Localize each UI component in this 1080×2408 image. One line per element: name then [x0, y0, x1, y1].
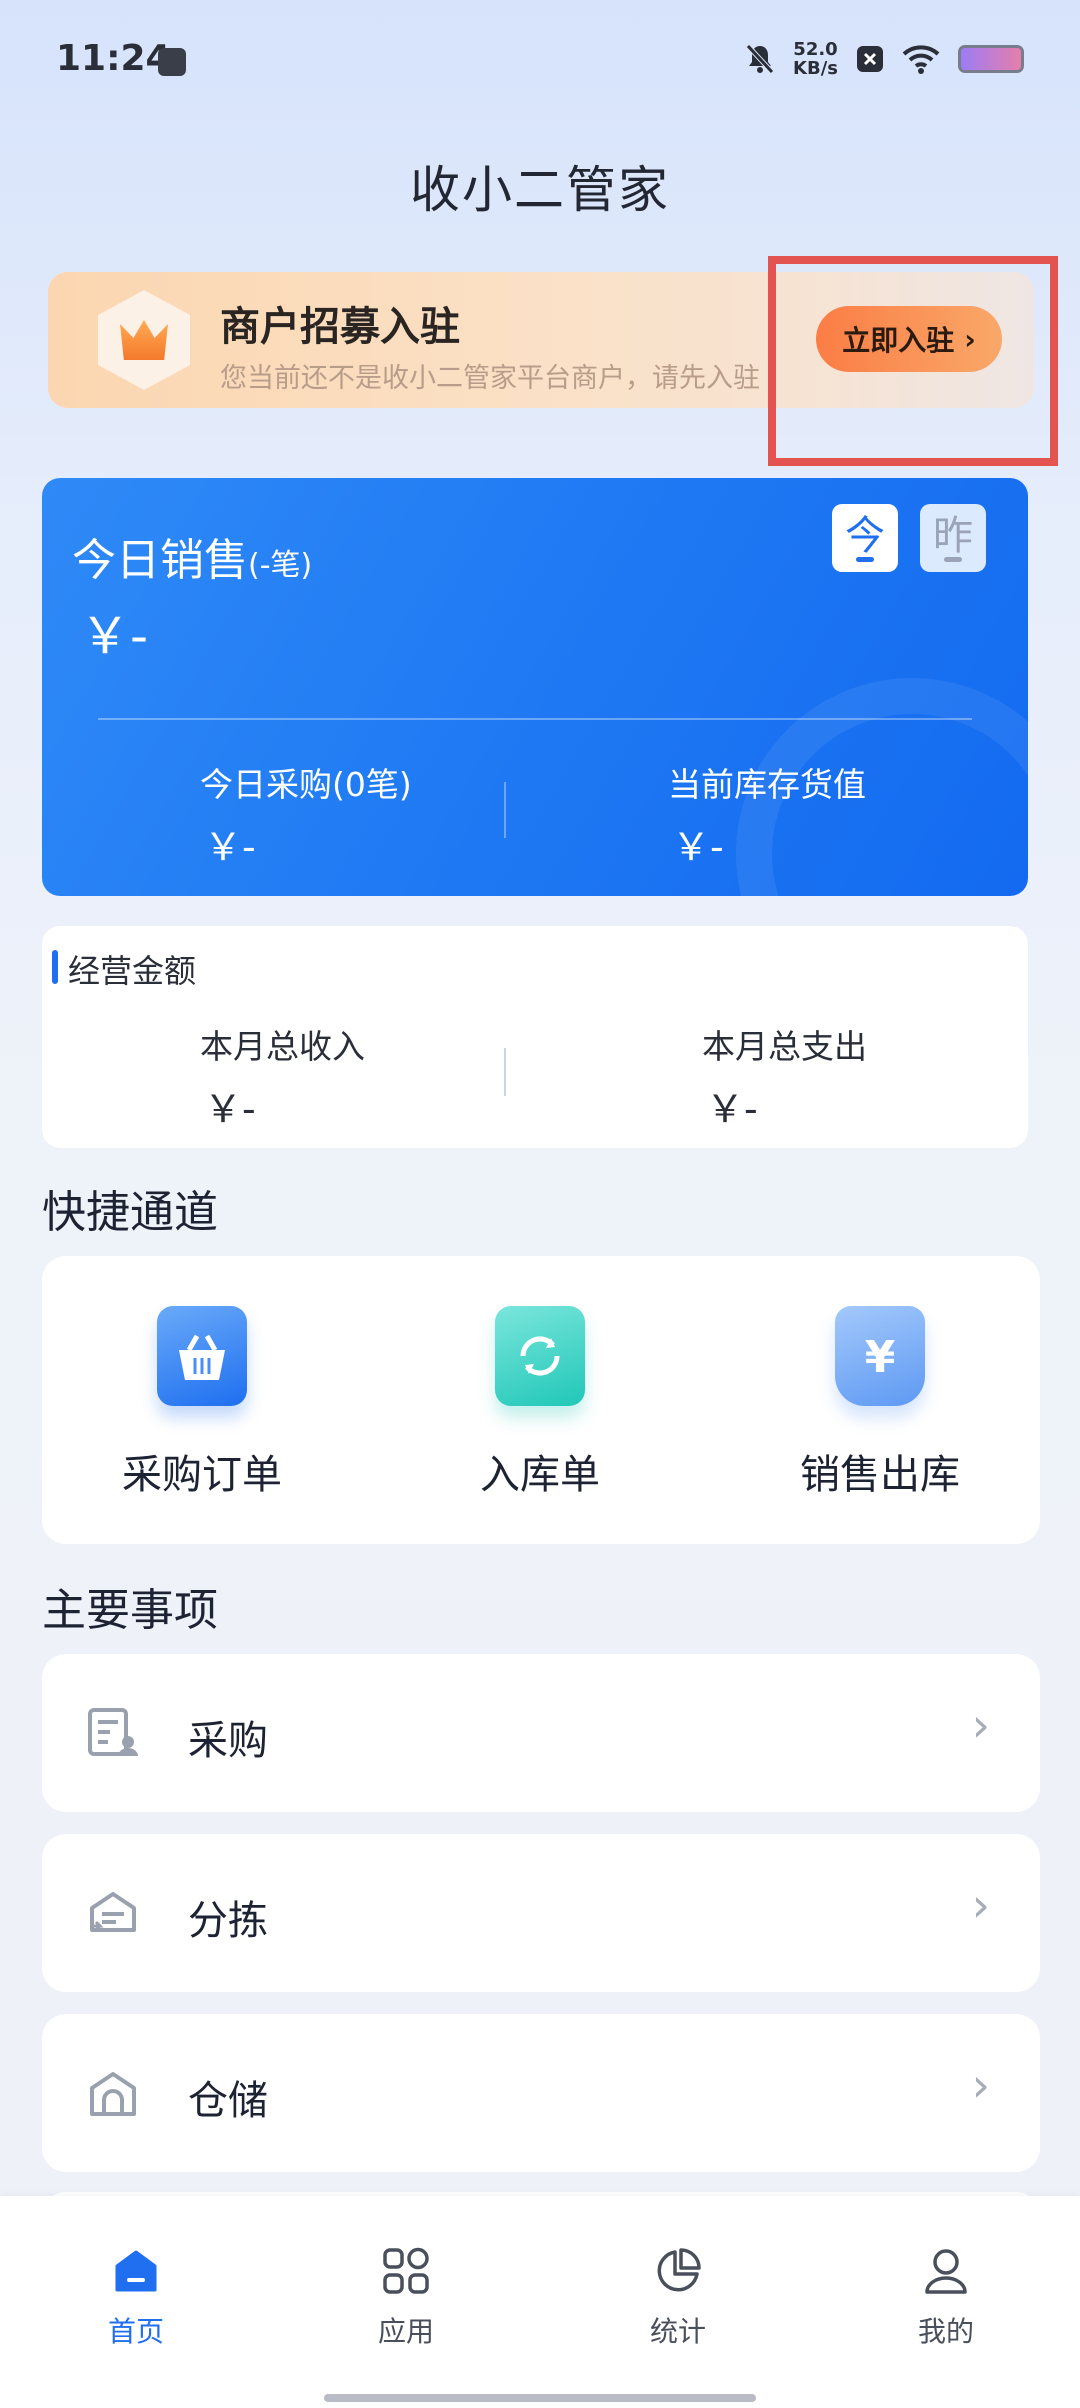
- today-sales-count: (-笔): [248, 548, 313, 583]
- annotation-highlight-box: [768, 256, 1058, 466]
- network-speed: 52.0 KB/s: [793, 40, 838, 78]
- chevron-right-icon: ›: [971, 1698, 990, 1752]
- today-sales-amount: ￥-: [80, 607, 149, 665]
- quick-access-title: 快捷通道: [42, 1187, 218, 1238]
- today-toggle-button[interactable]: 今: [832, 504, 898, 572]
- chevron-right-icon: ›: [971, 2058, 990, 2112]
- tab-apps-label: 应用: [377, 2315, 434, 2348]
- tab-mine[interactable]: 我的: [876, 2246, 1016, 2350]
- business-amount-card: 经营金额 本月总收入 ￥- 本月总支出 ￥-: [42, 926, 1028, 1148]
- list-item-warehouse[interactable]: 仓储 ›: [42, 2014, 1040, 2172]
- yesterday-toggle-button[interactable]: 昨: [920, 504, 986, 572]
- monthly-income-label: 本月总收入: [200, 1027, 365, 1066]
- yesterday-toggle-label: 昨: [933, 513, 973, 559]
- bottom-tab-bar: 首页 应用 统计 我的: [0, 2196, 1080, 2408]
- monthly-expense-label: 本月总支出: [702, 1027, 867, 1066]
- purchase-list-icon: [88, 1708, 138, 1756]
- business-vertical-separator: [504, 1048, 506, 1096]
- battery-icon: [958, 45, 1024, 73]
- list-item-purchase-label: 采购: [188, 1718, 268, 1764]
- quick-inbound-order[interactable]: 入库单: [430, 1306, 650, 1500]
- status-time: 11:24: [56, 38, 171, 79]
- list-item-warehouse-label: 仓储: [188, 2078, 268, 2124]
- inventory-value-label: 当前库存货值: [668, 765, 866, 804]
- business-amount-title: 经营金额: [68, 952, 197, 990]
- refresh-icon: [495, 1306, 585, 1406]
- monthly-income-value: ￥-: [204, 1087, 256, 1131]
- home-icon: [115, 2250, 157, 2292]
- quick-access-card: 采购订单 入库单 ¥ 销售出库: [42, 1256, 1040, 1544]
- today-purchase-label: 今日采购(0笔): [200, 765, 412, 804]
- tab-statistics[interactable]: 统计: [608, 2246, 748, 2350]
- pie-chart-icon: [657, 2248, 701, 2292]
- main-items-title: 主要事项: [42, 1585, 218, 1636]
- list-item-sorting[interactable]: 分拣 ›: [42, 1834, 1040, 1992]
- basket-icon: [157, 1306, 247, 1406]
- quick-purchase-order[interactable]: 采购订单: [92, 1306, 312, 1500]
- sales-vertical-separator: [504, 782, 506, 838]
- wifi-icon: [902, 45, 940, 74]
- tab-mine-label: 我的: [917, 2315, 974, 2348]
- inventory-value-amount: ￥-: [672, 825, 724, 869]
- today-sales-label: 今日销售: [72, 535, 248, 586]
- quick-purchase-order-label: 采购订单: [122, 1452, 282, 1498]
- chevron-right-icon: ›: [971, 1878, 990, 1932]
- net-speed-value: 52.0: [793, 39, 838, 60]
- close-box-icon: [857, 46, 883, 72]
- monthly-expense-value: ￥-: [706, 1087, 758, 1131]
- today-toggle-label: 今: [845, 513, 885, 559]
- section-accent-bar: [52, 950, 58, 984]
- yuan-glyph: ¥: [864, 1332, 896, 1383]
- tab-home[interactable]: 首页: [66, 2246, 206, 2350]
- tab-statistics-label: 统计: [649, 2315, 706, 2348]
- mute-bell-icon: [746, 44, 774, 74]
- list-item-purchase[interactable]: 采购 ›: [42, 1654, 1040, 1812]
- tab-home-label: 首页: [107, 2315, 164, 2348]
- banner-title: 商户招募入驻: [220, 304, 460, 350]
- sales-divider: [98, 718, 972, 720]
- apps-grid-icon: [383, 2247, 429, 2294]
- today-toggle-indicator: [856, 557, 874, 562]
- list-item-sorting-label: 分拣: [188, 1898, 268, 1944]
- user-icon: [925, 2249, 967, 2294]
- notification-app-icon: [158, 48, 186, 76]
- tab-apps[interactable]: 应用: [336, 2246, 476, 2350]
- warehouse-icon: [90, 2072, 136, 2116]
- net-speed-unit: KB/s: [793, 58, 838, 79]
- today-sales-title: 今日销售(-笔): [72, 524, 312, 588]
- today-purchase-value: ￥-: [204, 825, 256, 869]
- yesterday-toggle-indicator: [944, 557, 962, 562]
- yuan-icon: ¥: [835, 1306, 925, 1406]
- home-indicator[interactable]: [324, 2394, 756, 2402]
- today-sales-card: 今日销售(-笔) ￥- 今 昨 今日采购(0笔) ￥- 当前库存货值 ￥-: [42, 478, 1028, 896]
- sorting-icon: [90, 1892, 136, 1932]
- quick-inbound-order-label: 入库单: [480, 1452, 600, 1498]
- status-indicators: 52.0 KB/s: [745, 40, 1024, 78]
- quick-sales-outbound[interactable]: ¥ 销售出库: [770, 1306, 990, 1500]
- quick-sales-outbound-label: 销售出库: [800, 1452, 960, 1498]
- banner-subtitle: 您当前还不是收小二管家平台商户，请先入驻: [220, 363, 760, 394]
- page-title: 收小二管家: [410, 161, 670, 219]
